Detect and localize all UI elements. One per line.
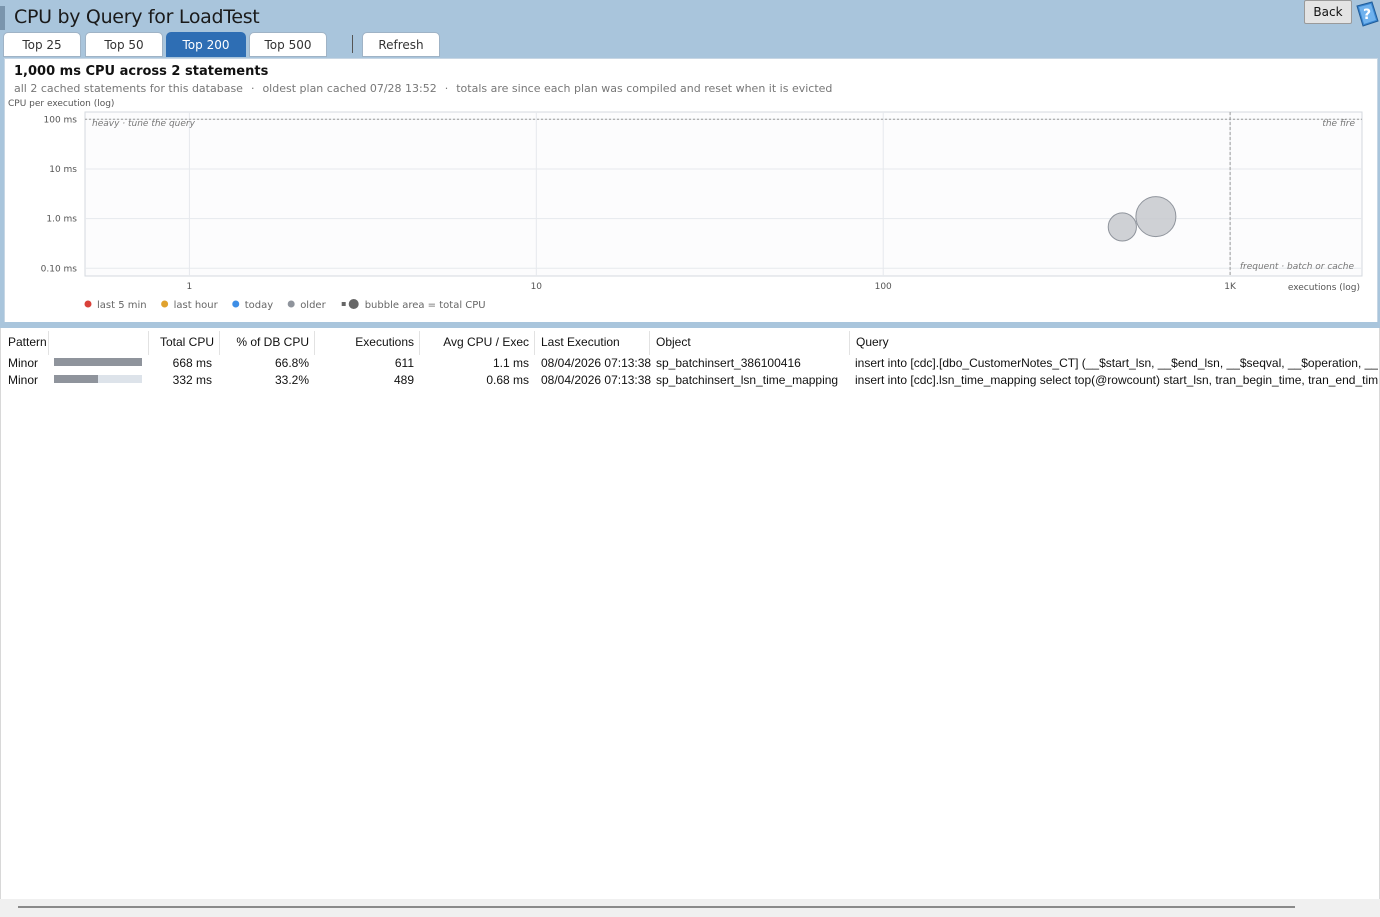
- column-header-avg-cpu[interactable]: Avg CPU / Exec: [422, 335, 529, 349]
- cpu-share-bar: [54, 358, 142, 366]
- cell-query: insert into [cdc].[dbo_CustomerNotes_CT]…: [855, 356, 1378, 370]
- column-header-total-cpu[interactable]: Total CPU: [150, 335, 214, 349]
- cell-pattern: Minor: [8, 373, 39, 387]
- column-header-pattern[interactable]: Pattern: [8, 335, 47, 349]
- size-legend-small-marker: [341, 302, 346, 306]
- column-separator: [849, 331, 850, 355]
- column-header-executions[interactable]: Executions: [317, 335, 414, 349]
- x-tick-label: 1: [187, 282, 193, 292]
- legend-label: last hour: [174, 300, 219, 311]
- cpu-share-bar: [54, 375, 142, 383]
- data-bubble: [1107, 212, 1137, 242]
- x-tick-label: 100: [875, 282, 892, 292]
- cell-pct-db-cpu: 66.8%: [274, 356, 309, 370]
- cell-executions: 611: [394, 356, 414, 370]
- legend-label: today: [245, 300, 274, 311]
- column-separator: [649, 331, 650, 355]
- column-header-pct-db-cpu[interactable]: % of DB CPU: [222, 335, 309, 349]
- x-tick-label: 10: [531, 282, 543, 292]
- cell-object: sp_batchinsert_lsn_time_mapping: [656, 373, 839, 387]
- chart-x-axis-label: executions (log): [1288, 283, 1360, 293]
- zone-label-frequent: frequent · batch or cache: [1240, 262, 1355, 272]
- size-legend-large-marker: [348, 299, 359, 309]
- y-tick-label: 0.10 ms: [41, 264, 78, 274]
- legend-swatch: [287, 300, 295, 308]
- cell-total-cpu: 668 ms: [172, 356, 212, 370]
- cell-pattern: Minor: [8, 356, 39, 370]
- column-separator: [419, 331, 420, 355]
- cell-executions: 489: [393, 373, 414, 387]
- column-header-object[interactable]: Object: [656, 335, 691, 349]
- column-header-query[interactable]: Query: [856, 335, 889, 349]
- legend-swatch: [232, 300, 240, 308]
- cell-pct-db-cpu: 33.2%: [274, 373, 309, 387]
- legend-swatch: [84, 300, 92, 308]
- cpu-share-bar-fill: [54, 375, 98, 383]
- cell-total-cpu: 332 ms: [172, 373, 212, 387]
- cell-avg-cpu: 1.1 ms: [492, 356, 529, 370]
- cell-last-execution: 08/04/2026 07:13:38: [541, 373, 652, 387]
- plot-area: [84, 111, 1363, 277]
- cell-last-execution: 08/04/2026 07:13:38: [541, 356, 652, 370]
- column-separator: [48, 331, 49, 355]
- column-separator: [219, 331, 220, 355]
- legend-label: last 5 min: [97, 300, 147, 311]
- column-separator: [314, 331, 315, 355]
- cell-object: sp_batchinsert_386100416: [656, 356, 801, 370]
- x-tick-label: 1K: [1224, 282, 1237, 292]
- legend-label: older: [300, 300, 326, 311]
- cpu-share-bar-fill: [54, 358, 142, 366]
- bubble-chart: 100 ms 10 ms 1.0 ms 0.10 ms 1 10 100 1K heavy · …: [41, 111, 1363, 311]
- data-bubble: [1135, 196, 1177, 238]
- zone-label-heavy: heavy · tune the query: [92, 119, 196, 129]
- query-table: [0, 328, 1380, 917]
- column-separator: [534, 331, 535, 355]
- y-tick-label: 100 ms: [44, 115, 78, 125]
- horizontal-scrollbar[interactable]: [0, 899, 1380, 917]
- cell-query: insert into [cdc].lsn_time_mapping selec…: [855, 373, 1378, 387]
- cell-avg-cpu: 0.68 ms: [486, 373, 529, 387]
- zone-label-fire: the fire: [1322, 119, 1355, 129]
- horizontal-scrollbar-thumb[interactable]: [18, 906, 1295, 908]
- column-header-last-execution[interactable]: Last Execution: [541, 335, 620, 349]
- column-separator: [148, 331, 149, 355]
- y-tick-label: 10 ms: [49, 165, 77, 175]
- y-tick-label: 1.0 ms: [46, 215, 77, 225]
- legend-swatch: [161, 300, 169, 308]
- size-legend-label: bubble area = total CPU: [365, 300, 486, 311]
